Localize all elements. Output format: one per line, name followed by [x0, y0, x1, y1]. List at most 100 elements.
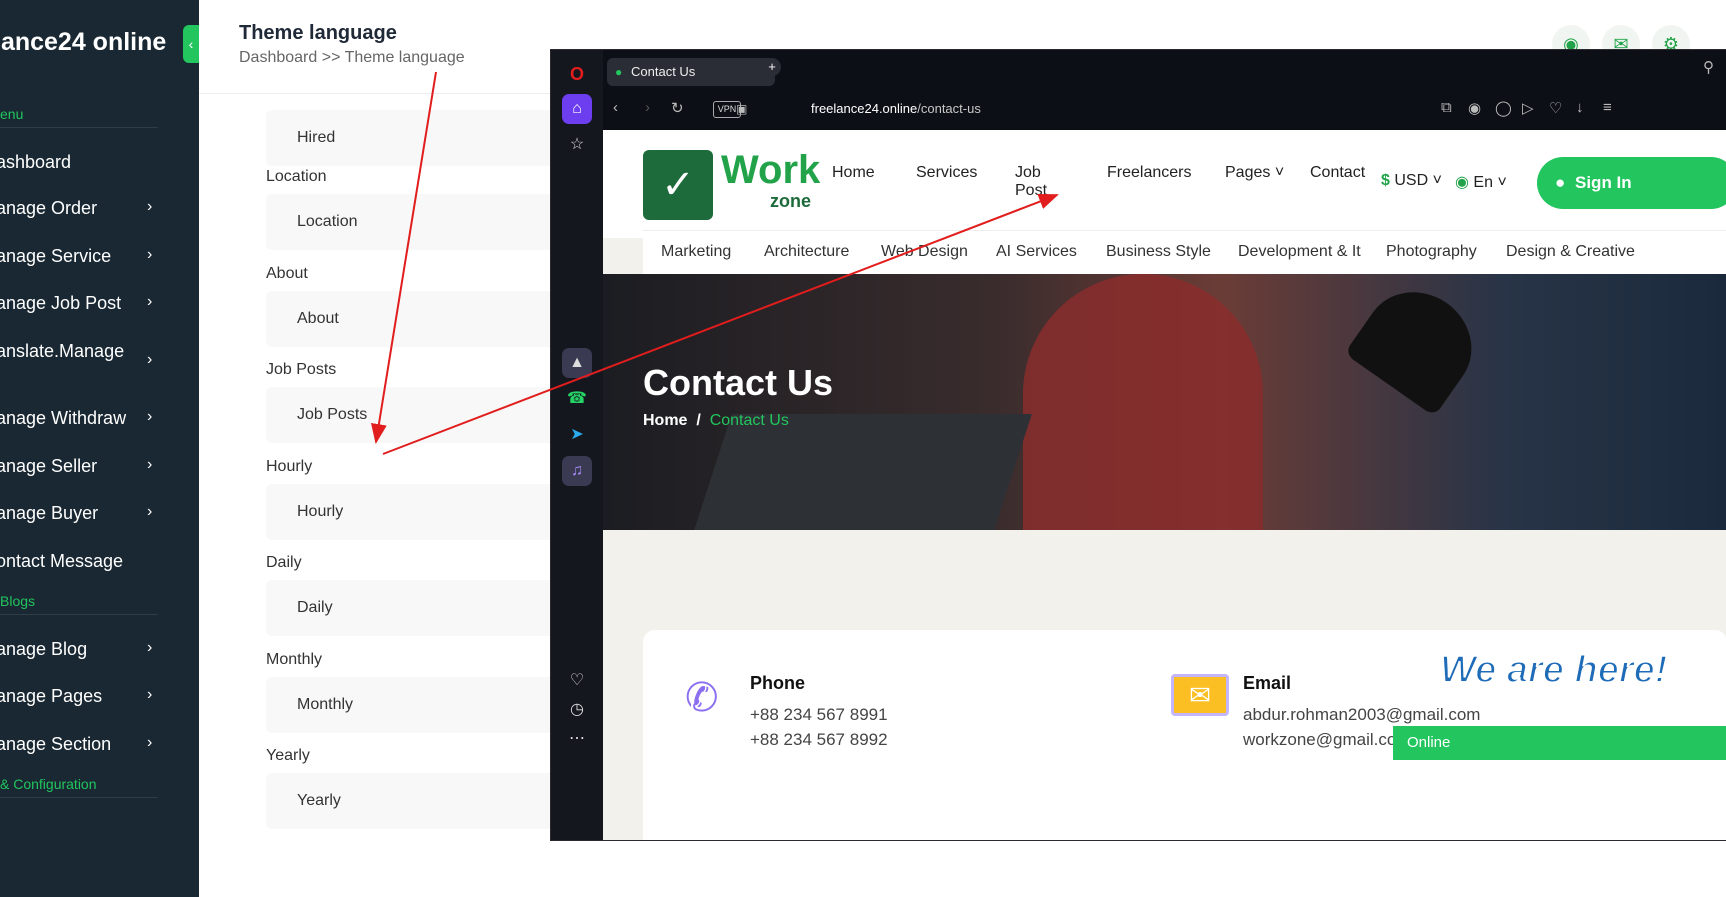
chevron-right-icon: ›: [147, 198, 153, 215]
chevron-down-icon: ˅: [1274, 164, 1285, 181]
sidebar-item-seller[interactable]: anage Seller ›: [0, 456, 166, 477]
camera-icon[interactable]: ◉: [1468, 99, 1481, 117]
phone-icon: ✆: [685, 676, 719, 720]
sign-in-button[interactable]: ● Sign In: [1537, 157, 1726, 209]
nav-contact[interactable]: Contact: [1310, 164, 1365, 182]
yearly-input[interactable]: Yearly: [266, 773, 556, 829]
sidebar-item-buyer[interactable]: anage Buyer ›: [0, 503, 166, 524]
new-tab-button[interactable]: +: [763, 58, 781, 76]
workzone-logo-icon[interactable]: ✓: [643, 150, 713, 220]
category-web-design[interactable]: Web Design: [881, 243, 968, 261]
email-address: workzone@gmail.com: [1243, 730, 1411, 749]
sidebar-item-contact-message[interactable]: ontact Message: [0, 551, 166, 572]
home-icon[interactable]: ⌂: [562, 94, 592, 124]
telegram-icon[interactable]: ➤: [562, 420, 592, 450]
monthly-input[interactable]: Monthly: [266, 677, 556, 733]
history-icon[interactable]: ◷: [562, 695, 592, 725]
chevron-down-icon: ˅: [1432, 172, 1442, 189]
hired-input[interactable]: Hired: [266, 110, 556, 166]
menu-icon[interactable]: ≡: [1603, 99, 1612, 116]
shield-icon[interactable]: ◯: [1495, 99, 1512, 117]
sidebar-item-pages[interactable]: anage Pages ›: [0, 686, 166, 707]
hourly-input[interactable]: Hourly: [266, 484, 556, 540]
tab-strip: ● Contact Us + ⚲: [603, 50, 1726, 90]
category-business-style[interactable]: Business Style: [1106, 243, 1211, 261]
category-architecture[interactable]: Architecture: [764, 243, 849, 261]
sidebar-item-label: anslate.Manage: [0, 341, 125, 361]
user-icon: ●: [1555, 173, 1566, 192]
logo-zone: zone: [770, 191, 812, 211]
category-development[interactable]: Development & It: [1238, 243, 1361, 261]
download-icon[interactable]: ↓: [1576, 99, 1584, 116]
sidebar-item-service[interactable]: anage Service ›: [0, 246, 166, 267]
field-label: Job Posts: [266, 361, 337, 378]
sidebar-item-job-post[interactable]: anage Job Post ›: [0, 293, 166, 314]
play-icon[interactable]: ▷: [1522, 99, 1534, 117]
sidebar-item-blog[interactable]: anage Blog ›: [0, 639, 166, 660]
share-icon[interactable]: ⧉: [1441, 99, 1452, 116]
chat-online-bar[interactable]: Online: [1393, 726, 1726, 760]
field-label: Monthly: [266, 651, 323, 668]
opera-sidebar: O ⌂ ☆ ▲ ☎ ➤ ♫ ♡ ◷ ⋯: [551, 50, 603, 840]
chevron-right-icon: ›: [147, 293, 153, 310]
sidebar-item-label: anage Pages: [0, 686, 103, 706]
workzone-favicon-icon: ●: [615, 65, 623, 79]
nav-post[interactable]: Post: [1015, 182, 1047, 200]
reload-icon[interactable]: ↻: [671, 99, 684, 117]
daily-input[interactable]: Daily: [266, 580, 556, 636]
nav-services[interactable]: Services: [916, 164, 977, 182]
sidebar-item-section[interactable]: anage Section ›: [0, 734, 166, 755]
sidebar-collapse-button[interactable]: ‹: [183, 25, 199, 63]
currency-select[interactable]: $ USD ˅: [1381, 172, 1442, 190]
phone-number: +88 234 567 8992: [750, 730, 888, 749]
tab-contact-us[interactable]: ● Contact Us: [607, 58, 775, 86]
chevron-right-icon: ›: [147, 639, 153, 656]
sidebar-item-label: anage Service: [0, 246, 112, 266]
sidebar-item-translate[interactable]: anslate.Manage ›: [0, 341, 166, 368]
sidebar-item-order[interactable]: anage Order ›: [0, 198, 166, 219]
dollar-icon: $: [1381, 172, 1390, 189]
sidebar-item-label: anage Job Post: [0, 293, 122, 313]
section-configuration: & Configuration: [0, 776, 97, 792]
heart-icon[interactable]: ♡: [562, 666, 592, 696]
section-blogs: Blogs: [0, 593, 36, 609]
logo-work: Work: [721, 148, 821, 192]
category-design-creative[interactable]: Design & Creative: [1506, 243, 1635, 261]
about-input[interactable]: About: [266, 291, 556, 347]
search-icon[interactable]: ⚲: [1703, 58, 1714, 76]
music-icon[interactable]: ♫: [562, 456, 592, 486]
nav-freelancers[interactable]: Freelancers: [1107, 164, 1191, 182]
sidebar-item-label: anage Seller: [0, 456, 98, 476]
nav-job[interactable]: Job: [1015, 164, 1041, 182]
phone-number: +88 234 567 8991: [750, 705, 888, 724]
pinboard-icon[interactable]: ☆: [562, 130, 592, 160]
sign-in-label: Sign In: [1575, 173, 1632, 192]
url-host: freelance24.online: [811, 101, 918, 116]
heart-icon[interactable]: ♡: [1549, 99, 1562, 117]
forward-icon[interactable]: ›: [645, 99, 650, 116]
breadcrumb-home-link[interactable]: Home: [643, 412, 687, 429]
nav-pages-label: Pages: [1225, 164, 1271, 181]
category-photography[interactable]: Photography: [1386, 243, 1477, 261]
chat-widget-badge[interactable]: We are here!: [1439, 650, 1668, 690]
url-field[interactable]: freelance24.online/contact-us: [811, 101, 981, 116]
category-marketing[interactable]: Marketing: [661, 243, 731, 261]
divider: [0, 797, 158, 798]
theme-language-form: Hired Location Location About About Job …: [241, 94, 556, 897]
aria-icon[interactable]: ▲: [562, 348, 592, 378]
whatsapp-icon[interactable]: ☎: [562, 384, 592, 414]
location-input[interactable]: Location: [266, 194, 556, 250]
nav-home[interactable]: Home: [832, 164, 875, 182]
back-icon[interactable]: ‹: [613, 99, 618, 116]
opera-logo-icon[interactable]: O: [562, 59, 592, 89]
category-ai-services[interactable]: AI Services: [996, 243, 1077, 261]
email-address: abdur.rohman2003@gmail.com: [1243, 705, 1481, 724]
hero-person-image: [1023, 274, 1263, 530]
nav-pages[interactable]: Pages ˅: [1225, 164, 1284, 182]
sidebar-item-dashboard[interactable]: ashboard: [0, 152, 166, 173]
hero-breadcrumb: Home / Contact Us: [643, 412, 789, 430]
language-select[interactable]: ◉ En ˅: [1455, 172, 1507, 192]
more-icon[interactable]: ⋯: [562, 724, 592, 754]
sidebar-item-withdraw[interactable]: anage Withdraw ›: [0, 408, 166, 429]
job-posts-input[interactable]: Job Posts: [266, 387, 556, 443]
